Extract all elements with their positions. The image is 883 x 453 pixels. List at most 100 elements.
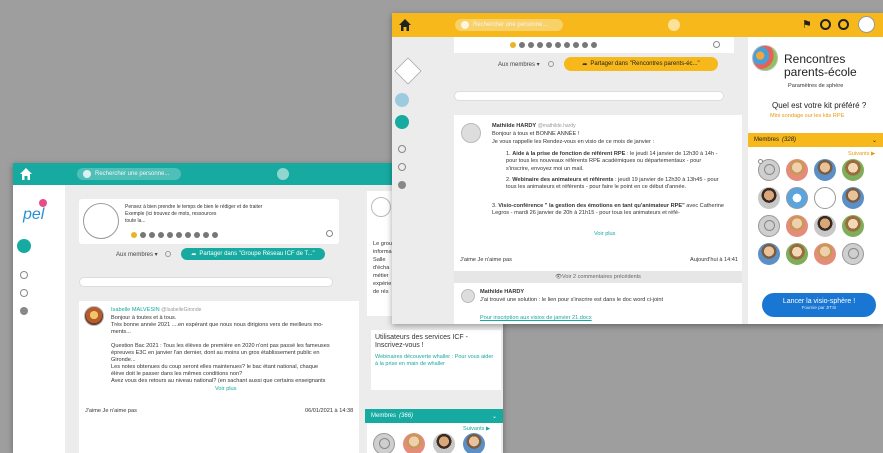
link-icon[interactable] <box>149 232 155 238</box>
palette-icon[interactable] <box>510 42 516 48</box>
member-avatar[interactable] <box>373 433 395 453</box>
check-icon[interactable] <box>555 42 561 48</box>
member-avatar[interactable] <box>814 243 836 265</box>
members-header[interactable]: Membres (366) ⌄ <box>365 409 503 423</box>
sync-icon[interactable] <box>838 19 849 30</box>
member-avatar[interactable] <box>842 243 864 265</box>
composer-members-select[interactable]: Aux membres ▾ <box>498 61 540 68</box>
refresh-icon[interactable] <box>326 230 333 237</box>
member-avatar[interactable] <box>842 187 864 209</box>
settings-icon[interactable] <box>212 232 218 238</box>
post-author-avatar[interactable] <box>84 306 104 326</box>
tag-icon[interactable] <box>194 232 200 238</box>
globe-icon[interactable] <box>20 307 28 315</box>
poll-link[interactable]: Mini sondage sur les kits RPE <box>770 113 844 120</box>
feed-search-bar[interactable] <box>79 277 333 287</box>
notification-globe-icon[interactable] <box>277 168 289 180</box>
member-avatar[interactable] <box>786 187 808 209</box>
refresh-icon[interactable] <box>713 41 720 48</box>
member-avatar[interactable] <box>463 433 485 453</box>
reply-avatar[interactable] <box>461 289 475 303</box>
flag-icon[interactable]: ⚑ <box>802 18 812 31</box>
members-header[interactable]: Membres (328) ⌄ <box>748 133 883 147</box>
right-topbar: Rechercher une personne... ⚑ <box>392 13 883 37</box>
members-count: (366) <box>399 413 414 419</box>
member-avatar[interactable] <box>758 215 780 237</box>
history-icon[interactable] <box>20 271 28 279</box>
post-author-name[interactable]: Mathilde HARDY <box>492 123 536 129</box>
promo-title[interactable]: Utilisateurs des services ICF - Inscrive… <box>375 334 497 350</box>
settings-gear-icon[interactable] <box>548 61 554 67</box>
member-avatar[interactable] <box>758 243 780 265</box>
attach-icon[interactable] <box>140 232 146 238</box>
group-title: Rencontres parents-école <box>784 52 857 79</box>
add-sphere-icon[interactable] <box>820 19 831 30</box>
member-avatar[interactable] <box>758 187 780 209</box>
item-title: Webinaire des animateurs et référents <box>512 177 614 183</box>
member-avatar[interactable] <box>403 433 425 453</box>
network-icon[interactable] <box>20 289 28 297</box>
palette-icon[interactable] <box>131 232 137 238</box>
post-reactions[interactable]: J'aime Je n'aime pas <box>85 408 137 415</box>
group-avatar <box>752 45 778 71</box>
check-icon[interactable] <box>176 232 182 238</box>
composer-members-select[interactable]: Aux membres ▾ <box>116 251 158 258</box>
home-icon[interactable] <box>19 167 33 181</box>
member-avatar[interactable] <box>842 215 864 237</box>
composer-placeholder-3[interactable]: toute la... <box>125 218 146 225</box>
tag-icon[interactable] <box>573 42 579 48</box>
post-intro: Je vous rappelle les Rendez-vous en visi… <box>492 139 654 145</box>
attach-icon[interactable] <box>519 42 525 48</box>
globe-icon[interactable] <box>398 181 406 189</box>
user-avatar[interactable] <box>858 16 875 33</box>
member-avatar[interactable] <box>786 159 808 181</box>
text-format-icon[interactable] <box>158 232 164 238</box>
network-icon[interactable] <box>398 163 406 171</box>
sphere-icon-active[interactable] <box>395 115 409 129</box>
post-see-more[interactable]: Voir plus <box>594 231 615 238</box>
settings-icon[interactable] <box>591 42 597 48</box>
member-avatar[interactable] <box>814 187 836 209</box>
link-icon[interactable] <box>528 42 534 48</box>
feed-search-bar[interactable] <box>454 91 724 101</box>
post-see-more[interactable]: Voir plus <box>215 386 236 393</box>
visio-button[interactable]: Lancer la visio-sphère ! Fournie par JIT… <box>762 293 876 317</box>
poll-icon[interactable] <box>203 232 209 238</box>
member-avatar[interactable] <box>786 243 808 265</box>
reply-author[interactable]: Mathilde HARDY <box>480 289 524 296</box>
post-author-avatar[interactable] <box>461 123 481 143</box>
sphere-icon[interactable] <box>395 93 409 107</box>
text-format-icon[interactable] <box>537 42 543 48</box>
member-avatar[interactable] <box>786 215 808 237</box>
calendar-icon[interactable] <box>546 42 552 48</box>
post-author-name[interactable]: Isabelle MALVESIN <box>111 307 160 313</box>
comments-link[interactable]: 👁 Voir 2 commentaires précédents <box>454 271 742 283</box>
reply-attachment[interactable]: Pour inscription aux visios de janvier 2… <box>480 315 592 322</box>
member-avatar[interactable] <box>814 215 836 237</box>
post-reactions[interactable]: J'aime Je n'aime pas <box>460 257 512 264</box>
left-post-card: Isabelle MALVESIN @IsabelleGironde Bonjo… <box>79 301 359 453</box>
members-label: Membres <box>754 137 780 143</box>
chat-icon[interactable] <box>185 232 191 238</box>
member-avatar[interactable] <box>842 159 864 181</box>
promo-body[interactable]: Webinaires découverte whaller : Pour vou… <box>375 354 497 368</box>
members-follow[interactable]: Suivants ▶ <box>848 151 875 158</box>
chat-icon[interactable] <box>564 42 570 48</box>
sphere-icon-active[interactable] <box>17 239 31 253</box>
member-avatar[interactable] <box>758 159 780 181</box>
house-logo-icon[interactable] <box>394 57 422 85</box>
left-search-input[interactable]: Rechercher une personne... <box>77 168 181 180</box>
poll-icon[interactable] <box>582 42 588 48</box>
share-button[interactable]: ➦ Partager dans "Rencontres parents-éc..… <box>564 57 718 71</box>
right-search-input[interactable]: Rechercher une personne... <box>455 19 563 31</box>
history-icon[interactable] <box>398 145 406 153</box>
home-icon[interactable] <box>398 18 412 32</box>
calendar-icon[interactable] <box>167 232 173 238</box>
member-avatar[interactable] <box>814 159 836 181</box>
settings-gear-icon[interactable] <box>165 251 171 257</box>
share-button[interactable]: ➦ Partager dans "Groupe Réseau ICF de T.… <box>181 248 325 260</box>
notification-globe-icon[interactable] <box>668 19 680 31</box>
share-arrow-icon: ➦ <box>191 251 197 258</box>
member-avatar[interactable] <box>433 433 455 453</box>
group-settings[interactable]: Paramètres de sphère <box>788 83 843 90</box>
